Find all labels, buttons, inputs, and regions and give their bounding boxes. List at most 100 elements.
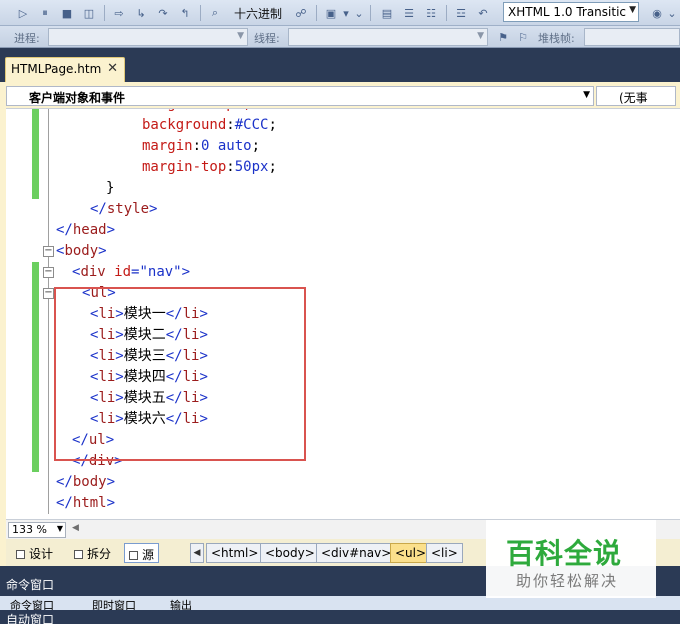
collapse-toggle-icon[interactable]: − — [43, 288, 54, 299]
process-label: 进程: — [14, 32, 40, 45]
code-token: background — [142, 117, 227, 133]
code-line[interactable]: height:500px; — [142, 109, 252, 115]
collapse-toggle-icon[interactable]: − — [43, 246, 54, 257]
validation-icon[interactable]: ◉ — [648, 4, 666, 22]
breadcrumb-scroll-left-icon[interactable]: ◀ — [190, 543, 204, 563]
code-line[interactable]: margin:0 auto; — [142, 136, 260, 157]
code-line[interactable]: </head> — [56, 220, 115, 241]
autos-row: 自动窗口 — [0, 610, 680, 624]
client-objects-value: 客户端对象和事件 — [29, 91, 126, 105]
change-tracking-bar — [32, 262, 39, 472]
stack-frame-combo[interactable] — [584, 28, 680, 46]
zoom-combo[interactable]: 133 % ▼ — [8, 522, 66, 538]
pause-icon[interactable]: ⏸ — [36, 4, 54, 22]
process-combo[interactable]: ▼ — [48, 28, 248, 46]
watermark-title: 百科全说 — [506, 537, 623, 570]
document-tab[interactable]: HTMLPage.htm ✕ — [5, 57, 125, 82]
chevron-down-icon: ▼ — [629, 5, 636, 15]
code-token: ; — [268, 117, 277, 133]
filter-icon[interactable]: ⚐ — [514, 28, 532, 46]
code-line[interactable]: </style> — [90, 199, 157, 220]
code-editor[interactable]: height:500px;background:#CCC;margin:0 au… — [6, 108, 680, 519]
highlight-box — [54, 287, 306, 461]
code-token: > — [106, 222, 116, 238]
outdent-icon[interactable]: ☷ — [422, 4, 440, 22]
restart-icon[interactable]: ◫ — [80, 4, 98, 22]
thread-label: 线程: — [254, 32, 280, 45]
code-token: head — [72, 222, 107, 238]
document-tab-label: HTMLPage.htm — [11, 62, 102, 76]
code-token: ; — [251, 138, 261, 154]
collapse-toggle-icon[interactable]: − — [43, 267, 54, 278]
code-token: > — [98, 243, 107, 259]
command-window-title: 命令窗口 — [6, 578, 55, 592]
breadcrumb-item[interactable]: <html> — [206, 543, 264, 563]
close-icon[interactable]: ✕ — [107, 61, 118, 76]
overflow-icon[interactable]: ⌄ — [353, 4, 365, 22]
hex-display-button[interactable]: 十六进制 — [234, 5, 282, 22]
thread-combo[interactable]: ▼ — [288, 28, 488, 46]
document-tab-strip: HTMLPage.htm ✕ — [0, 48, 680, 82]
code-token: </ — [56, 222, 73, 238]
threads-icon[interactable]: ☍ — [292, 4, 310, 22]
flag-icon[interactable]: ⚑ — [494, 28, 512, 46]
design-label: 设计 — [29, 547, 54, 561]
debug-location-toolbar: 进程: ▼ 线程: ▼ ⚑ ⚐ 堆栈帧: — [0, 26, 680, 48]
doctype-select[interactable]: XHTML 1.0 Transitic ▼ — [503, 2, 639, 22]
code-token: html — [72, 495, 107, 511]
scroll-left-icon[interactable]: ◀ — [72, 523, 79, 533]
source-view-button[interactable]: 源 — [124, 543, 160, 563]
client-objects-combo[interactable]: 客户端对象和事件 ▼ — [6, 86, 594, 106]
chevron-down-icon: ▼ — [477, 31, 484, 41]
breadcrumb-item[interactable]: <ul> — [390, 543, 432, 563]
step-into-icon[interactable]: ↳ — [132, 4, 150, 22]
split-label: 拆分 — [87, 547, 112, 561]
document-outline-icon[interactable]: ▤ — [378, 4, 396, 22]
breadcrumb-item[interactable]: <body> — [260, 543, 320, 563]
breadcrumb-item[interactable]: <div#nav> — [316, 543, 397, 563]
change-tracking-bar — [32, 109, 39, 199]
tool-window-tabs: 命令窗口 即时窗口 输出 — [0, 596, 680, 612]
dropdown-arrow-icon[interactable]: ▾ — [340, 4, 352, 22]
show-next-statement-icon[interactable]: ⇨ — [110, 4, 128, 22]
overflow-icon[interactable]: ⌄ — [666, 4, 678, 22]
code-token: id — [114, 264, 132, 280]
stack-frame-label: 堆栈帧: — [538, 32, 575, 45]
code-token: > — [106, 495, 116, 511]
code-line[interactable]: background:#CCC; — [142, 115, 277, 136]
watermark-subtitle: 助你轻松解决 — [516, 572, 619, 590]
chevron-down-icon: ▼ — [56, 524, 63, 533]
start-debug-icon[interactable]: ▷ — [14, 4, 32, 22]
tab-autos-window[interactable]: 自动窗口 — [6, 611, 54, 624]
breadcrumb-item[interactable]: <li> — [426, 543, 463, 563]
stop-icon[interactable]: ■ — [58, 4, 76, 22]
code-line[interactable]: <body> — [56, 241, 107, 262]
code-token: body — [72, 474, 107, 490]
zoom-value: 133 % — [12, 523, 47, 536]
format-icon[interactable]: ☲ — [452, 4, 470, 22]
code-line[interactable]: </body> — [56, 472, 115, 493]
code-token: </ — [90, 201, 107, 217]
code-line[interactable]: <div id="nav"> — [72, 262, 190, 283]
quick-watch-icon[interactable]: ⌕ — [206, 4, 224, 22]
code-token: > — [181, 264, 191, 280]
code-token: </ — [56, 474, 73, 490]
step-over-icon[interactable]: ↷ — [154, 4, 172, 22]
code-line[interactable]: margin-top:50px; — [142, 157, 277, 178]
indent-icon[interactable]: ☰ — [400, 4, 418, 22]
undo-icon[interactable]: ↶ — [474, 4, 492, 22]
step-out-icon[interactable]: ↰ — [176, 4, 194, 22]
source-label: 源 — [142, 548, 155, 562]
doctype-value: XHTML 1.0 Transitic — [508, 5, 627, 19]
split-view-button[interactable]: 拆分 — [70, 543, 115, 563]
design-icon — [16, 550, 25, 559]
design-view-button[interactable]: 设计 — [12, 543, 57, 563]
code-line[interactable]: } — [106, 178, 114, 199]
code-token: 0 auto — [201, 138, 252, 154]
code-token: margin-top — [142, 159, 227, 175]
code-line[interactable]: </html> — [56, 493, 115, 514]
breakpoints-icon[interactable]: ▣ — [322, 4, 340, 22]
events-combo[interactable]: (无事件) — [596, 86, 676, 122]
code-token: margin — [142, 138, 193, 154]
